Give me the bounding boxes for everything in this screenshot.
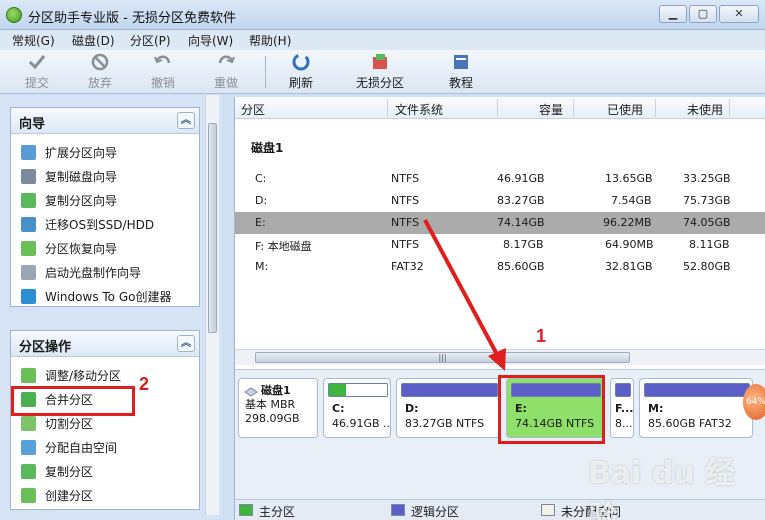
cd-icon	[21, 264, 36, 280]
undo-button[interactable]: 撤销	[151, 52, 175, 91]
copy-partition-icon	[21, 192, 36, 208]
app-icon	[6, 7, 22, 23]
disk-tile[interactable]: 磁盘1 基本 MBR 298.09GB	[238, 378, 318, 438]
hdd-icon	[244, 387, 258, 397]
wizard-section: 向导 ︽ 扩展分区向导 复制磁盘向导 复制分区向导 迁移OS到SSD/HDD 分…	[10, 107, 200, 307]
wizard-item-migrate-os[interactable]: 迁移OS到SSD/HDD	[21, 214, 154, 234]
windows-icon	[21, 288, 36, 304]
partition-row[interactable]: F: 本地磁盘 NTFS 8.17GB 64.90MB 8.11GB	[235, 234, 765, 256]
commit-button[interactable]: 提交	[25, 52, 49, 91]
usage-bar	[328, 383, 388, 397]
create-icon	[21, 487, 36, 503]
col-used[interactable]: 已使用	[607, 101, 643, 118]
left-panel: 向导 ︽ 扩展分区向导 复制磁盘向导 复制分区向导 迁移OS到SSD/HDD 分…	[0, 95, 222, 520]
annotation-1: 1	[536, 326, 547, 346]
lossless-partition-button[interactable]: 无损分区	[356, 52, 404, 91]
column-header: 分区 文件系统 容量 已使用 未使用	[235, 97, 765, 119]
recovery-icon	[21, 240, 36, 256]
operations-section: 分区操作 ︽ 调整/移动分区 合并分区 切割分区 分配自由空间 复制分区 创建分…	[10, 330, 200, 510]
disk-tile-size: 298.09GB	[245, 412, 300, 425]
col-partition[interactable]: 分区	[241, 101, 265, 118]
window-title: 分区助手专业版 - 无损分区免费软件	[28, 11, 236, 26]
op-item-resize[interactable]: 调整/移动分区	[21, 365, 121, 385]
legend-primary-swatch	[239, 504, 253, 516]
collapse-operations-button[interactable]: ︽	[177, 335, 195, 352]
legend-logical-swatch	[391, 504, 405, 516]
menu-bar: 常规(G) 磁盘(D) 分区(P) 向导(W) 帮助(H)	[0, 30, 765, 50]
discard-icon	[91, 53, 109, 71]
tutorial-button[interactable]: 教程	[449, 52, 473, 91]
allocate-icon	[21, 439, 36, 455]
close-button[interactable]: ✕	[719, 5, 759, 23]
left-scrollbar[interactable]	[205, 95, 219, 515]
col-capacity[interactable]: 容量	[539, 101, 563, 118]
op-item-split[interactable]: 切割分区	[21, 413, 93, 433]
copy-icon	[21, 463, 36, 479]
partition-block-f[interactable]: F... 8...	[610, 378, 634, 438]
check-icon	[28, 55, 46, 70]
wizard-item-windows-to-go[interactable]: Windows To Go创建器	[21, 286, 171, 306]
discard-button[interactable]: 放弃	[88, 52, 112, 91]
menu-disk[interactable]: 磁盘(D)	[72, 32, 115, 49]
partition-block-c[interactable]: C: 46.91GB ...	[323, 378, 391, 438]
toolbar: 提交 放弃 撤销 重做 刷新 无损分区 教程	[0, 50, 765, 94]
copy-disk-icon	[21, 168, 36, 184]
minimize-button[interactable]: ▁	[659, 5, 687, 23]
wizard-header: 向导 ︽	[11, 108, 199, 134]
disk-label: 磁盘1	[251, 141, 284, 155]
op-item-allocate-free[interactable]: 分配自由空间	[21, 437, 117, 457]
usage-bar	[644, 383, 750, 397]
migrate-icon	[21, 216, 36, 232]
op-item-copy[interactable]: 复制分区	[21, 461, 93, 481]
window-controls: ▁ ▢ ✕	[659, 5, 759, 23]
col-unused[interactable]: 未使用	[687, 101, 723, 118]
watermark: Bai du 经验	[588, 456, 736, 520]
menu-general[interactable]: 常规(G)	[12, 32, 55, 49]
legend-logical: 逻辑分区	[411, 505, 460, 519]
redo-icon	[218, 55, 235, 64]
usage-bar	[401, 383, 498, 397]
maximize-button[interactable]: ▢	[689, 5, 717, 23]
toolbar-separator	[265, 56, 266, 88]
split-icon	[21, 415, 36, 431]
wizard-item-recovery[interactable]: 分区恢复向导	[21, 238, 117, 258]
col-filesystem[interactable]: 文件系统	[395, 101, 443, 118]
menu-wizard[interactable]: 向导(W)	[188, 32, 233, 49]
partition-row-selected[interactable]: E: NTFS 74.14GB 96.22MB 74.05GB	[235, 212, 765, 234]
menu-partition[interactable]: 分区(P)	[130, 32, 171, 49]
collapse-wizard-button[interactable]: ︽	[177, 112, 195, 129]
partition-block-m[interactable]: M: 85.60GB FAT32	[639, 378, 753, 438]
disk-tile-type: 基本 MBR	[245, 398, 296, 411]
menu-help[interactable]: 帮助(H)	[249, 32, 291, 49]
partition-e-highlight-box	[498, 375, 605, 444]
refresh-button[interactable]: 刷新	[289, 52, 313, 91]
book-icon	[454, 55, 468, 69]
wizard-item-copy-disk[interactable]: 复制磁盘向导	[21, 166, 117, 186]
partition-row[interactable]: D: NTFS 83.27GB 7.54GB 75.73GB	[235, 190, 765, 212]
wizard-item-extend[interactable]: 扩展分区向导	[21, 142, 117, 162]
legend-unallocated-swatch	[541, 504, 555, 516]
refresh-icon	[292, 53, 310, 71]
legend-primary: 主分区	[259, 505, 296, 519]
side-progress-orb: 64%	[743, 384, 765, 420]
partition-row[interactable]: C: NTFS 46.91GB 13.65GB 33.25GB	[235, 168, 765, 190]
title-bar: 分区助手专业版 - 无损分区免费软件 ▁ ▢ ✕	[0, 0, 765, 30]
op-item-create[interactable]: 创建分区	[21, 485, 93, 505]
left-scroll-thumb[interactable]	[208, 123, 217, 333]
usage-bar	[615, 383, 631, 397]
extend-icon	[21, 144, 36, 160]
wizard-item-copy-partition[interactable]: 复制分区向导	[21, 190, 117, 210]
partition-block-d[interactable]: D: 83.27GB NTFS	[396, 378, 501, 438]
annotation-2: 2	[139, 374, 150, 394]
redo-button[interactable]: 重做	[214, 52, 238, 91]
partition-row[interactable]: M: FAT32 85.60GB 32.81GB 52.80GB	[235, 256, 765, 278]
horizontal-scroll-thumb[interactable]: |||	[255, 352, 630, 363]
partition-cube-icon	[373, 54, 387, 69]
resize-icon	[21, 367, 36, 383]
wizard-item-bootable-cd[interactable]: 启动光盘制作向导	[21, 262, 141, 282]
merge-highlight-box	[11, 386, 135, 416]
operations-header: 分区操作 ︽	[11, 331, 199, 357]
horizontal-scrollbar[interactable]: |||	[235, 349, 765, 365]
undo-icon	[154, 55, 171, 64]
